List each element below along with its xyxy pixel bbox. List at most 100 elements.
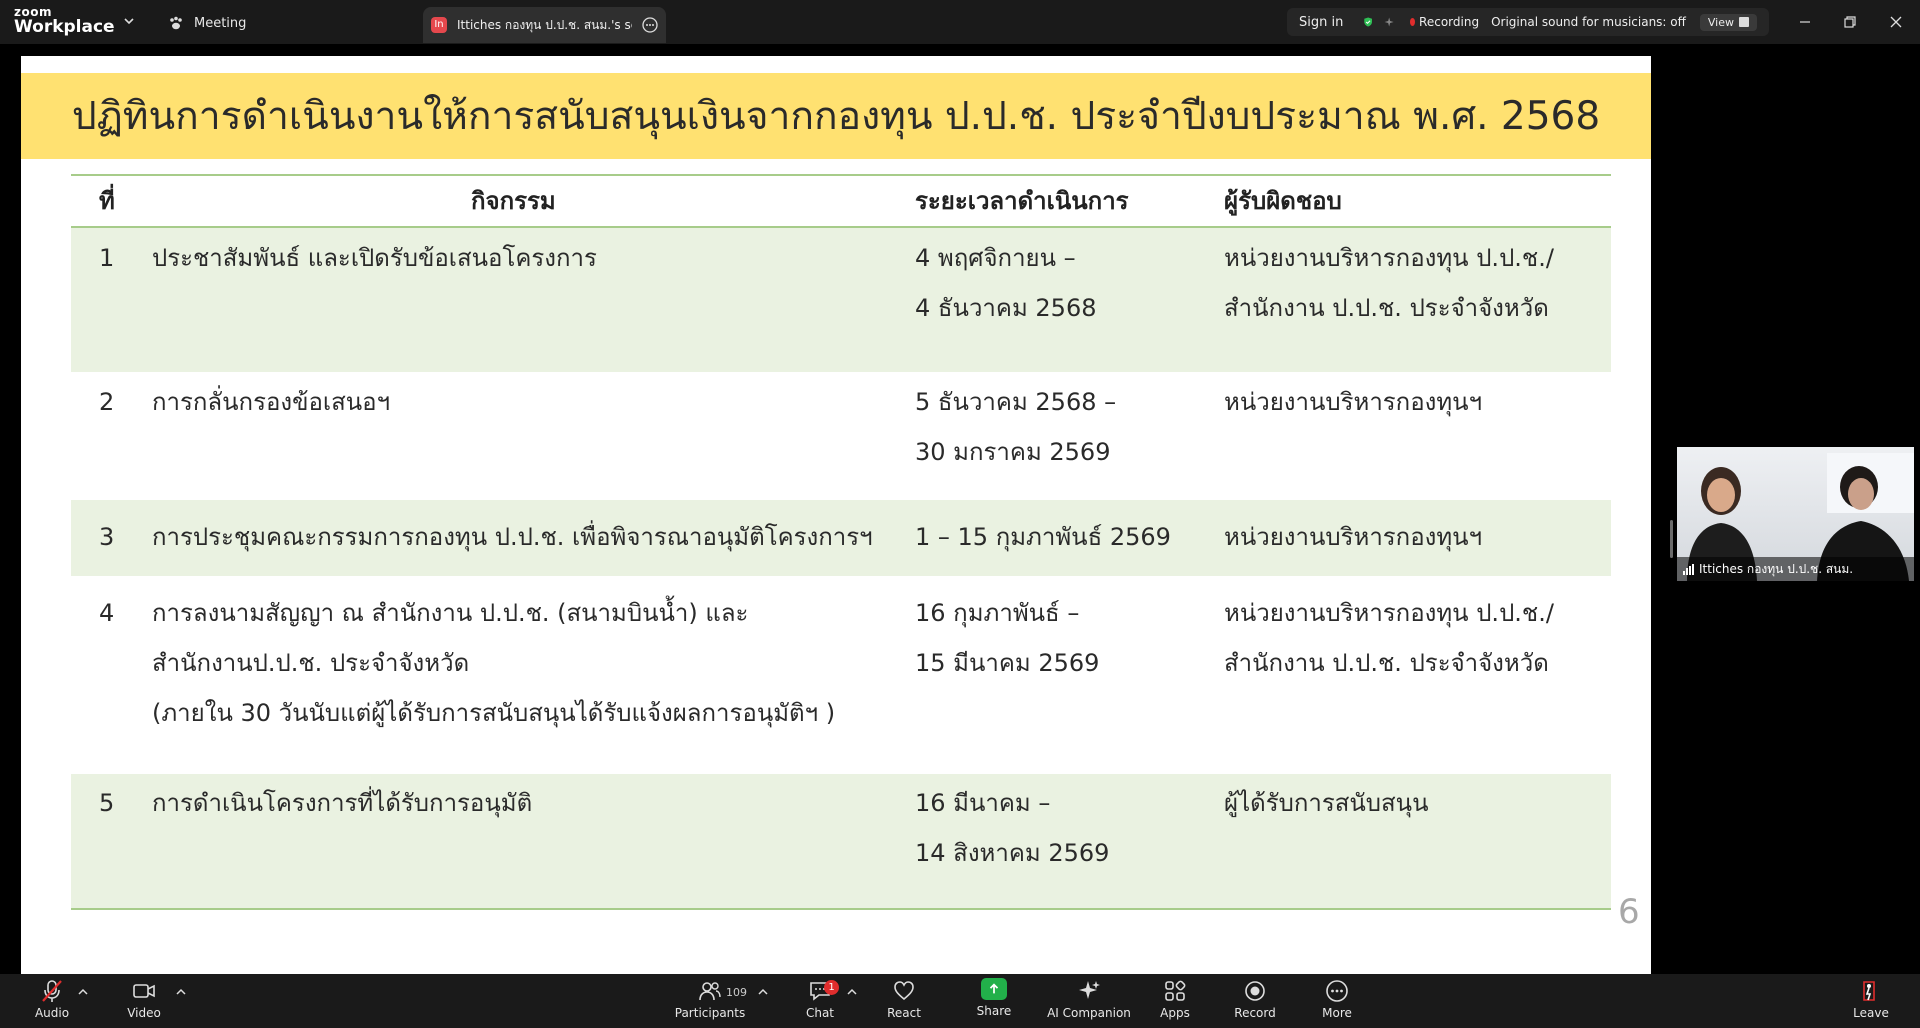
chat-label: Chat: [805, 1006, 835, 1020]
row-responsible-line1: ผู้ได้รับการสนับสนุน: [1224, 789, 1429, 817]
more-circle-icon[interactable]: [642, 17, 658, 33]
row-period-line1: 16 กุมภาพันธ์ –: [915, 599, 1080, 627]
row-activity-line1: การลงนามสัญญา ณ สำนักงาน ป.ป.ช. (สนามบิน…: [152, 599, 749, 627]
header-activity: กิจกรรม: [471, 187, 556, 215]
row-period-line1: 1 – 15 กุมภาพันธ์ 2569: [915, 523, 1171, 551]
row-period-line1: 5 ธันวาคม 2568 –: [915, 388, 1117, 416]
leave-icon: [1863, 981, 1875, 1001]
sharer-badge: In: [431, 17, 447, 33]
title-bar: zoom Workplace Meeting In Ittiches กองทุ…: [0, 0, 1920, 44]
minimize-button[interactable]: [1793, 10, 1817, 34]
header-period: ระยะเวลาดำเนินการ: [915, 187, 1129, 215]
video-label: Video: [127, 1006, 161, 1020]
meeting-status-bar: Sign in Recording Original sound for mus…: [1287, 8, 1769, 36]
ai-companion-button[interactable]: AI Companion: [1044, 978, 1134, 1020]
record-button[interactable]: Record: [1210, 978, 1300, 1020]
view-layout-icon: [1739, 17, 1749, 27]
tab-meeting-label: Meeting: [194, 15, 247, 31]
sign-in-button[interactable]: Sign in: [1299, 15, 1343, 30]
share-arrow-icon: [981, 978, 1007, 1000]
apps-icon: [1165, 980, 1186, 1001]
row-responsible-line1: หน่วยงานบริหารกองทุน ป.ป.ช./: [1224, 599, 1554, 627]
participant-video-tile[interactable]: Ittiches กองทุน ป.ป.ช. สนม.: [1677, 447, 1914, 581]
row-responsible-line1: หน่วยงานบริหารกองทุนฯ: [1224, 388, 1483, 416]
sparkle-icon[interactable]: [1384, 14, 1394, 30]
table-row: 5 การดำเนินโครงการที่ได้รับการอนุมัติ 16…: [71, 774, 1611, 908]
audio-button[interactable]: Audio: [7, 978, 97, 1020]
participant-name-bar: Ittiches กองทุน ป.ป.ช. สนม.: [1677, 557, 1914, 581]
table-row: 1 ประชาสัมพันธ์ และเปิดรับข้อเสนอโครงการ…: [71, 228, 1611, 372]
table-row: 4 การลงนามสัญญา ณ สำนักงาน ป.ป.ช. (สนามบ…: [71, 576, 1611, 774]
row-no: 2: [99, 388, 115, 416]
row-period-line2: 15 มีนาคม 2569: [915, 649, 1100, 677]
table-row: 2 การกลั่นกรองข้อเสนอฯ 5 ธันวาคม 2568 – …: [71, 372, 1611, 500]
participants-button[interactable]: Participants: [665, 978, 755, 1020]
react-label: React: [887, 1006, 921, 1020]
camera-icon: [133, 984, 155, 998]
chat-button[interactable]: Chat: [775, 978, 865, 1020]
participants-options-chevron-icon[interactable]: [757, 986, 769, 998]
participants-count: 109: [726, 986, 747, 999]
audio-options-chevron-icon[interactable]: [77, 986, 89, 998]
video-options-chevron-icon[interactable]: [175, 986, 187, 998]
row-period-line2: 4 ธันวาคม 2568: [915, 294, 1097, 322]
react-button[interactable]: React: [859, 978, 949, 1020]
tab-meeting[interactable]: Meeting: [168, 10, 246, 36]
restore-icon: [1844, 16, 1856, 28]
zoom-logo: zoom Workplace: [14, 6, 115, 36]
table-row: 3 การประชุมคณะกรรมการกองทุน ป.ป.ช. เพื่อ…: [71, 500, 1611, 576]
header-no: ที่: [99, 187, 115, 215]
shield-check-icon[interactable]: [1363, 14, 1373, 30]
participant-name: Ittiches กองทุน ป.ป.ช. สนม.: [1699, 561, 1854, 576]
more-icon: [1326, 980, 1348, 1002]
row-no: 4: [99, 599, 115, 627]
share-button[interactable]: Share: [949, 978, 1039, 1018]
tab-shared-screen[interactable]: In Ittiches กองทุน ป.ป.ช. สนม.'s screen: [423, 7, 666, 43]
heart-icon: [894, 981, 914, 1001]
apps-label: Apps: [1160, 1006, 1190, 1020]
ai-sparkle-icon: [1079, 981, 1100, 999]
schedule-table: ที่ กิจกรรม ระยะเวลาดำเนินการ ผู้รับผิดช…: [71, 174, 1611, 910]
chevron-down-icon[interactable]: [122, 14, 136, 28]
view-button[interactable]: View: [1699, 13, 1757, 31]
restore-button[interactable]: [1838, 10, 1862, 34]
apps-button[interactable]: Apps: [1130, 978, 1220, 1020]
table-header: ที่ กิจกรรม ระยะเวลาดำเนินการ ผู้รับผิดช…: [71, 174, 1611, 228]
row-activity-line3: (ภายใน 30 วันนับแต่ผู้ได้รับการสนับสนุนไ…: [152, 699, 836, 727]
header-responsible: ผู้รับผิดชอบ: [1224, 187, 1342, 215]
share-label: Share: [976, 1004, 1012, 1018]
paw-icon: [170, 16, 182, 30]
participants-label: Participants: [674, 1006, 746, 1020]
original-sound-status[interactable]: Original sound for musicians: off: [1491, 15, 1686, 29]
chat-options-chevron-icon[interactable]: [846, 986, 858, 998]
shared-screen-slide: ปฏิทินการดำเนินงานให้การสนับสนุนเงินจากก…: [21, 56, 1651, 974]
slide-page-number: 6: [1618, 892, 1640, 932]
row-responsible-line1: หน่วยงานบริหารกองทุน ป.ป.ช./: [1224, 244, 1554, 272]
recording-label[interactable]: Recording: [1419, 15, 1479, 29]
row-no: 5: [99, 789, 115, 817]
chat-unread-badge: 1: [824, 980, 839, 995]
more-button[interactable]: More: [1292, 978, 1382, 1020]
row-period-line1: 4 พฤศจิกายน –: [915, 244, 1076, 272]
meeting-toolbar: Audio Video Participants 109 Chat 1 Reac…: [0, 974, 1920, 1028]
mic-muted-icon: [42, 980, 62, 1002]
row-activity: การกลั่นกรองข้อเสนอฯ: [152, 388, 391, 416]
panel-resize-handle[interactable]: [1670, 520, 1673, 558]
close-button[interactable]: [1884, 10, 1908, 34]
row-period-line2: 30 มกราคม 2569: [915, 438, 1111, 466]
close-icon: [1890, 16, 1902, 28]
row-responsible-line2: สำนักงาน ป.ป.ช. ประจำจังหวัด: [1224, 649, 1549, 677]
leave-button[interactable]: Leave: [1826, 978, 1916, 1020]
record-icon: [1245, 981, 1265, 1001]
recording-dot: [1409, 18, 1416, 26]
row-no: 1: [99, 244, 115, 272]
ai-companion-label: AI Companion: [1047, 1006, 1131, 1020]
row-period-line2: 14 สิงหาคม 2569: [915, 839, 1110, 867]
row-activity-line2: สำนักงานป.ป.ช. ประจำจังหวัด: [152, 649, 470, 677]
video-button[interactable]: Video: [99, 978, 189, 1020]
row-no: 3: [99, 523, 115, 551]
row-responsible-line2: สำนักงาน ป.ป.ช. ประจำจังหวัด: [1224, 294, 1549, 322]
slide-title: ปฏิทินการดำเนินงานให้การสนับสนุนเงินจากก…: [21, 73, 1651, 159]
more-label: More: [1322, 1006, 1352, 1020]
record-label: Record: [1234, 1006, 1276, 1020]
